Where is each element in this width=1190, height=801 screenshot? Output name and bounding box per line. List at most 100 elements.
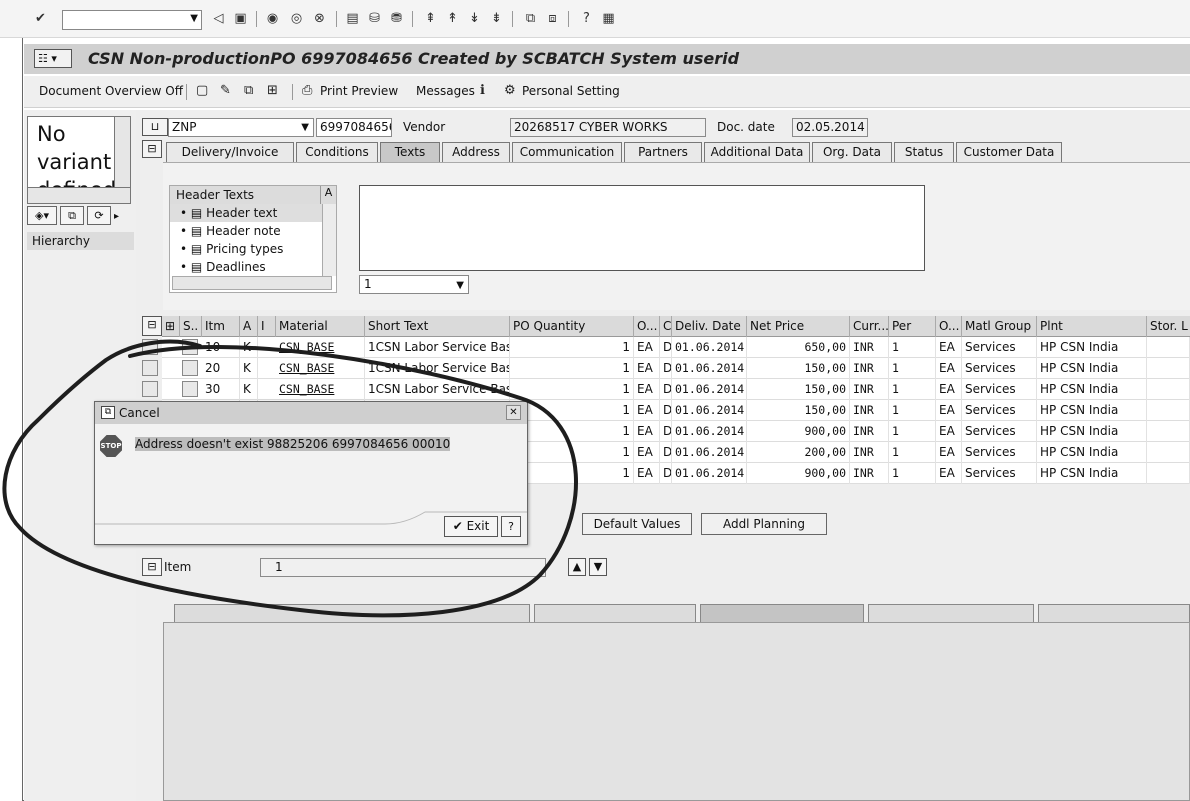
previous-item-icon[interactable]: ▲ — [568, 558, 586, 576]
tab-texts[interactable]: Texts — [380, 142, 440, 162]
shortcut-icon[interactable]: ⧈ — [544, 10, 561, 27]
more-arrow-icon[interactable]: ▸ — [114, 211, 119, 222]
cell-order-price-unit[interactable]: EA — [936, 400, 962, 421]
collapse-item-detail-icon[interactable]: ⊟ — [142, 558, 162, 576]
cell-stor-loc[interactable] — [1147, 379, 1190, 400]
cell-material[interactable]: CSN_BASE — [276, 337, 365, 358]
tab-additional-data[interactable]: Additional Data — [704, 142, 810, 162]
col-stor-loc[interactable]: Stor. L — [1147, 316, 1190, 337]
cell-acct-assign[interactable]: K — [240, 337, 258, 358]
col-item[interactable]: Itm — [202, 316, 240, 337]
cell-date-cat[interactable]: D — [660, 442, 672, 463]
selection-variant-icon[interactable]: ◈▾ — [27, 206, 57, 225]
cell-plant[interactable]: HP CSN India — [1037, 463, 1147, 484]
cell-order-price-unit[interactable]: EA — [936, 463, 962, 484]
cell-plant[interactable]: HP CSN India — [1037, 337, 1147, 358]
print-icon[interactable]: ▤ — [344, 10, 361, 27]
display-change-icon[interactable]: ✎ — [220, 83, 231, 98]
cell-date-cat[interactable]: D — [660, 421, 672, 442]
table-row[interactable]: 10 K CSN_BASE 1CSN Labor Service Base 1 EA D 01… — [142, 337, 1190, 358]
cell-po-quantity[interactable]: 1 — [510, 442, 634, 463]
find-icon[interactable]: ⛁ — [366, 10, 383, 27]
row-selector[interactable] — [142, 360, 158, 376]
cell-matl-group[interactable]: Services — [962, 337, 1037, 358]
cell-date-cat[interactable]: D — [660, 463, 672, 484]
default-values-button[interactable]: Default Values — [582, 513, 692, 535]
cell-item[interactable]: 20 — [202, 358, 240, 379]
first-page-icon[interactable]: ⇞ — [422, 10, 439, 27]
cell-net-price[interactable]: 150,00 — [747, 379, 850, 400]
tab-partners[interactable]: Partners — [624, 142, 702, 162]
cell-plant[interactable]: HP CSN India — [1037, 400, 1147, 421]
cell-po-quantity[interactable]: 1 — [510, 358, 634, 379]
cell-currency[interactable]: INR — [850, 358, 889, 379]
shopping-cart-icon[interactable]: ⊔ — [142, 118, 168, 136]
variant-vertical-scrollbar[interactable] — [114, 117, 130, 189]
row-status-box[interactable] — [182, 381, 198, 397]
cell-order-price-unit[interactable]: EA — [936, 442, 962, 463]
personal-setting-button[interactable]: Personal Setting — [522, 84, 620, 98]
cell-currency[interactable]: INR — [850, 421, 889, 442]
transaction-menu-icon[interactable]: ☷ ▾ — [34, 49, 72, 68]
col-currency[interactable]: Curr... — [850, 316, 889, 337]
col-po-quantity[interactable]: PO Quantity — [510, 316, 634, 337]
item-selector-field[interactable]: 1 — [260, 558, 546, 577]
cell-deliv-date[interactable]: 01.06.2014 — [672, 463, 747, 484]
row-selector[interactable] — [142, 381, 158, 397]
refresh-icon[interactable]: ⟳ — [87, 206, 111, 225]
tree-horizontal-scrollbar[interactable] — [172, 276, 332, 290]
cell-matl-group[interactable]: Services — [962, 442, 1037, 463]
item-tab[interactable] — [1038, 604, 1190, 622]
item-tab[interactable] — [868, 604, 1034, 622]
tree-item-pricing-types[interactable]: • ▤ Pricing types — [170, 240, 322, 258]
cell-stor-loc[interactable] — [1147, 337, 1190, 358]
print-preview-icon[interactable]: ⎙ — [302, 83, 312, 98]
cell-material[interactable]: CSN_BASE — [276, 358, 365, 379]
cell-order-unit[interactable]: EA — [634, 379, 660, 400]
tree-vertical-scrollbar[interactable] — [322, 204, 336, 276]
command-field[interactable]: ▼ — [62, 10, 202, 30]
chevron-down-icon[interactable]: ▼ — [301, 119, 309, 136]
tree-item-header-text[interactable]: • ▤ Header text — [170, 204, 322, 222]
row-status-box[interactable] — [182, 339, 198, 355]
cell-order-price-unit[interactable]: EA — [936, 379, 962, 400]
next-page-icon[interactable]: ↡ — [466, 10, 483, 27]
cell-plant[interactable]: HP CSN India — [1037, 358, 1147, 379]
cell-net-price[interactable]: 650,00 — [747, 337, 850, 358]
info-icon[interactable]: ℹ — [480, 83, 485, 98]
cell-po-quantity[interactable]: 1 — [510, 463, 634, 484]
cell-item[interactable]: 30 — [202, 379, 240, 400]
cancel-icon[interactable]: ⊗ — [311, 10, 328, 27]
cell-short-text[interactable]: 1CSN Labor Service Base — [365, 358, 510, 379]
tab-delivery-invoice[interactable]: Delivery/Invoice — [166, 142, 294, 162]
messages-button[interactable]: Messages — [416, 84, 475, 98]
col-order-unit[interactable]: O... — [634, 316, 660, 337]
item-tab[interactable] — [700, 604, 864, 622]
cell-net-price[interactable]: 900,00 — [747, 463, 850, 484]
cell-order-unit[interactable]: EA — [634, 337, 660, 358]
cell-per[interactable]: 1 — [889, 337, 936, 358]
col-net-price[interactable]: Net Price — [747, 316, 850, 337]
cell-order-unit[interactable]: EA — [634, 442, 660, 463]
exit-icon[interactable]: ◎ — [288, 10, 305, 27]
collapse-items-icon[interactable]: ⊟ — [142, 316, 162, 336]
other-document-icon[interactable]: ⧉ — [244, 83, 253, 98]
cell-short-text[interactable]: 1CSN Labor Service Base — [365, 379, 510, 400]
cell-order-unit[interactable]: EA — [634, 463, 660, 484]
doc-date-field[interactable]: 02.05.2014 — [792, 118, 868, 137]
cell-date-cat[interactable]: D — [660, 358, 672, 379]
col-plant[interactable]: Plnt — [1037, 316, 1147, 337]
cell-order-unit[interactable]: EA — [634, 358, 660, 379]
cell-plant[interactable]: HP CSN India — [1037, 442, 1147, 463]
new-session-icon[interactable]: ⧉ — [522, 10, 539, 27]
cell-acct-assign[interactable]: K — [240, 379, 258, 400]
cell-per[interactable]: 1 — [889, 463, 936, 484]
cell-date-cat[interactable]: D — [660, 337, 672, 358]
cell-stor-loc[interactable] — [1147, 463, 1190, 484]
item-tab[interactable] — [174, 604, 530, 622]
table-row[interactable]: 30 K CSN_BASE 1CSN Labor Service Base 1 EA D 01… — [142, 379, 1190, 400]
cell-per[interactable]: 1 — [889, 400, 936, 421]
cell-currency[interactable]: INR — [850, 337, 889, 358]
tab-status[interactable]: Status — [894, 142, 954, 162]
cell-currency[interactable]: INR — [850, 379, 889, 400]
